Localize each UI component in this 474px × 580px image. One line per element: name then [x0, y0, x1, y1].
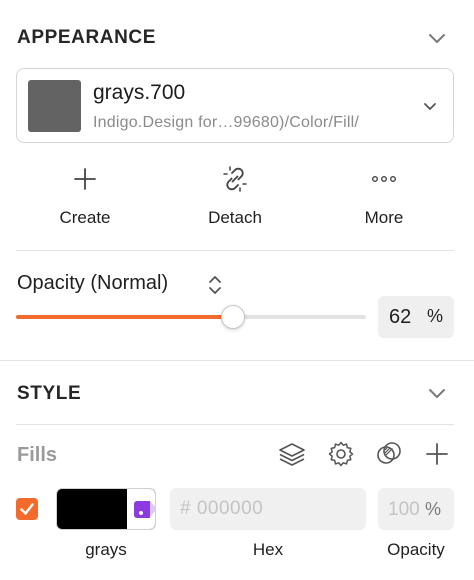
divider: [0, 360, 474, 361]
color-variable-tag: [127, 489, 155, 529]
color-swatch: [28, 80, 81, 132]
more-icon: [372, 175, 397, 182]
divider: [16, 250, 454, 251]
opacity-slider-handle[interactable]: [221, 305, 245, 329]
hex-input[interactable]: [170, 488, 366, 530]
swatch-caption: grays: [85, 540, 127, 559]
checkmark-icon: [20, 503, 34, 515]
opacity-blend-mode-label[interactable]: Opacity (Normal): [17, 272, 168, 295]
blend-mode-icon[interactable]: [375, 440, 403, 468]
opacity-slider[interactable]: [16, 305, 366, 329]
appearance-title: APPEARANCE: [17, 27, 157, 48]
opacity-slider-fill: [16, 315, 233, 319]
opacity-caption: Opacity: [387, 540, 445, 559]
fill-enabled-checkbox[interactable]: [16, 498, 38, 520]
variable-tag-icon: [134, 501, 150, 518]
chevron-down-icon[interactable]: [423, 102, 437, 112]
fill-opacity-value: 100: [388, 499, 420, 520]
chevron-down-icon[interactable]: [428, 387, 446, 399]
more-button[interactable]: More: [324, 164, 444, 234]
opacity-value: 62: [389, 306, 412, 328]
color-variable-name: grays.700: [93, 81, 186, 104]
color-variable-path: Indigo.Design for…99680)/Color/Fill/: [93, 114, 359, 131]
chevron-up-down-icon[interactable]: [206, 273, 224, 297]
color-variable-selector[interactable]: grays.700 Indigo.Design for…99680)/Color…: [16, 68, 454, 143]
fill-opacity-input[interactable]: 100 %: [378, 488, 454, 530]
style-header[interactable]: STYLE: [0, 373, 474, 413]
gear-icon[interactable]: [327, 440, 355, 468]
style-title: STYLE: [17, 383, 82, 404]
create-button[interactable]: Create: [25, 164, 145, 234]
more-label: More: [364, 208, 404, 227]
appearance-header[interactable]: APPEARANCE: [0, 18, 474, 58]
unlink-icon: [223, 166, 247, 192]
fill-color-swatch[interactable]: [56, 488, 156, 530]
fills-label: Fills: [17, 444, 58, 466]
divider: [16, 424, 454, 425]
opacity-value-field[interactable]: 62 %: [378, 296, 454, 338]
create-label: Create: [59, 208, 111, 227]
hex-caption: Hex: [252, 540, 284, 559]
detach-label: Detach: [208, 208, 262, 227]
layers-icon[interactable]: [278, 440, 306, 468]
plus-icon: [74, 168, 96, 190]
detach-button[interactable]: Detach: [175, 164, 295, 234]
chevron-down-icon[interactable]: [428, 32, 446, 44]
add-fill-icon[interactable]: [423, 440, 451, 468]
opacity-unit: %: [427, 306, 444, 326]
fill-opacity-unit: %: [425, 499, 442, 519]
